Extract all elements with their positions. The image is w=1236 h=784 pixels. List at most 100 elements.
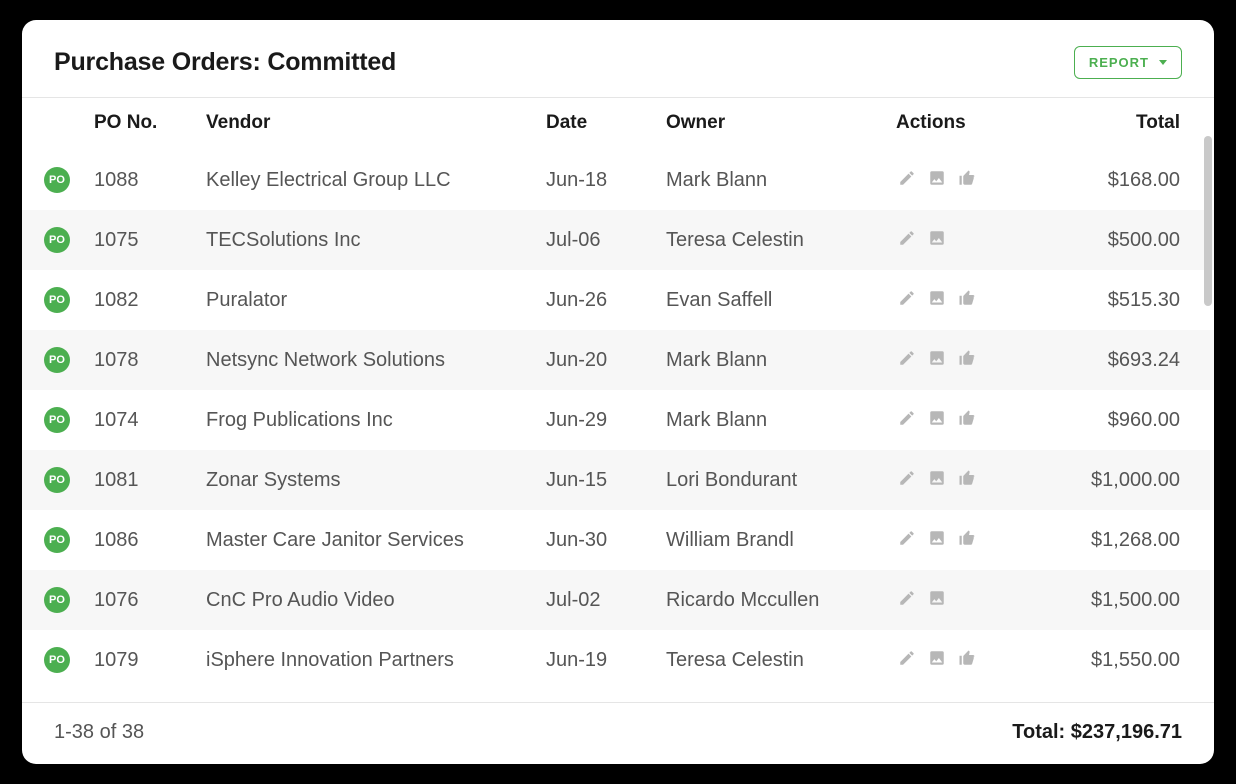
pencil-icon[interactable] — [896, 407, 918, 429]
actions-cell — [886, 570, 1036, 630]
total-cell: $1,500.00 — [1036, 570, 1214, 630]
owner-cell: Ricardo Mccullen — [656, 570, 886, 630]
vendor-cell: Frog Publications Inc — [196, 390, 536, 450]
purchase-orders-card: Purchase Orders: Committed REPORT PO No.… — [22, 20, 1214, 764]
vendor-cell: Zonar Systems — [196, 450, 536, 510]
image-icon[interactable] — [926, 527, 948, 549]
vendor-cell: iSphere Innovation Partners — [196, 630, 536, 690]
table-row[interactable]: PO1086Master Care Janitor ServicesJun-30… — [22, 510, 1214, 570]
thumbs-up-icon[interactable] — [956, 347, 978, 369]
pencil-icon[interactable] — [896, 227, 918, 249]
po-badge: PO — [44, 407, 70, 433]
table-row[interactable]: PO1079iSphere Innovation PartnersJun-19T… — [22, 630, 1214, 690]
purchase-orders-table: PO No. Vendor Date Owner Actions Total P… — [22, 98, 1214, 690]
po-badge-cell: PO — [22, 630, 84, 690]
card-footer: 1-38 of 38 Total: $237,196.71 — [22, 702, 1214, 764]
actions-cell — [886, 210, 1036, 270]
image-icon[interactable] — [926, 467, 948, 489]
table-row[interactable]: PO1088Kelley Electrical Group LLCJun-18M… — [22, 150, 1214, 210]
po-badge-cell: PO — [22, 150, 84, 210]
report-button[interactable]: REPORT — [1074, 46, 1182, 79]
pencil-icon[interactable] — [896, 527, 918, 549]
col-header-badge — [22, 98, 84, 150]
image-icon[interactable] — [926, 167, 948, 189]
pagination-text: 1-38 of 38 — [54, 721, 144, 744]
date-cell: Jun-26 — [536, 270, 656, 330]
image-icon[interactable] — [926, 227, 948, 249]
table-row[interactable]: PO1074Frog Publications IncJun-29Mark Bl… — [22, 390, 1214, 450]
po-number-cell: 1081 — [84, 450, 196, 510]
date-cell: Jun-30 — [536, 510, 656, 570]
total-cell: $515.30 — [1036, 270, 1214, 330]
actions-cell — [886, 150, 1036, 210]
owner-cell: Lori Bondurant — [656, 450, 886, 510]
col-header-owner[interactable]: Owner — [656, 98, 886, 150]
col-header-po[interactable]: PO No. — [84, 98, 196, 150]
po-badge-cell: PO — [22, 210, 84, 270]
owner-cell: Mark Blann — [656, 390, 886, 450]
po-number-cell: 1075 — [84, 210, 196, 270]
image-icon[interactable] — [926, 407, 948, 429]
thumbs-up-icon[interactable] — [956, 167, 978, 189]
card-header: Purchase Orders: Committed REPORT — [22, 20, 1214, 98]
table-row[interactable]: PO1075TECSolutions IncJul-06Teresa Celes… — [22, 210, 1214, 270]
po-badge: PO — [44, 527, 70, 553]
po-badge: PO — [44, 347, 70, 373]
footer-total: Total: $237,196.71 — [1012, 721, 1182, 744]
col-header-date[interactable]: Date — [536, 98, 656, 150]
total-cell: $168.00 — [1036, 150, 1214, 210]
col-header-vendor[interactable]: Vendor — [196, 98, 536, 150]
image-icon[interactable] — [926, 647, 948, 669]
owner-cell: Mark Blann — [656, 150, 886, 210]
total-cell: $500.00 — [1036, 210, 1214, 270]
table-row[interactable]: PO1078Netsync Network SolutionsJun-20Mar… — [22, 330, 1214, 390]
po-badge: PO — [44, 227, 70, 253]
thumbs-up-icon[interactable] — [956, 287, 978, 309]
pencil-icon[interactable] — [896, 167, 918, 189]
table-scroll-area: PO No. Vendor Date Owner Actions Total P… — [22, 98, 1214, 702]
table-row[interactable]: PO1082PuralatorJun-26Evan Saffell$515.30 — [22, 270, 1214, 330]
po-number-cell: 1079 — [84, 630, 196, 690]
thumbs-up-icon[interactable] — [956, 407, 978, 429]
po-badge-cell: PO — [22, 390, 84, 450]
po-badge: PO — [44, 167, 70, 193]
po-badge-cell: PO — [22, 330, 84, 390]
col-header-actions: Actions — [886, 98, 1036, 150]
pencil-icon[interactable] — [896, 287, 918, 309]
pencil-icon[interactable] — [896, 587, 918, 609]
date-cell: Jun-15 — [536, 450, 656, 510]
col-header-total[interactable]: Total — [1036, 98, 1214, 150]
scrollbar-thumb[interactable] — [1204, 136, 1212, 306]
thumbs-up-icon[interactable] — [956, 647, 978, 669]
total-cell: $693.24 — [1036, 330, 1214, 390]
po-badge: PO — [44, 467, 70, 493]
po-number-cell: 1076 — [84, 570, 196, 630]
vendor-cell: Master Care Janitor Services — [196, 510, 536, 570]
owner-cell: Teresa Celestin — [656, 630, 886, 690]
image-icon[interactable] — [926, 347, 948, 369]
vendor-cell: CnC Pro Audio Video — [196, 570, 536, 630]
pencil-icon[interactable] — [896, 347, 918, 369]
pencil-icon[interactable] — [896, 467, 918, 489]
image-icon[interactable] — [926, 287, 948, 309]
table-header-row: PO No. Vendor Date Owner Actions Total — [22, 98, 1214, 150]
vendor-cell: TECSolutions Inc — [196, 210, 536, 270]
thumbs-up-icon[interactable] — [956, 467, 978, 489]
vendor-cell: Netsync Network Solutions — [196, 330, 536, 390]
date-cell: Jul-06 — [536, 210, 656, 270]
table-row[interactable]: PO 1081Zonar SystemsJun-15Lori Bondurant $… — [22, 450, 1214, 510]
po-badge: PO — [44, 647, 70, 673]
date-cell: Jul-02 — [536, 570, 656, 630]
po-badge: PO — [44, 587, 70, 613]
vendor-cell: Kelley Electrical Group LLC — [196, 150, 536, 210]
image-icon[interactable] — [926, 587, 948, 609]
total-cell: $1,000.00 — [1036, 450, 1214, 510]
table-row[interactable]: PO 1076CnC Pro Audio VideoJul-02Ricardo M… — [22, 570, 1214, 630]
po-badge-cell: PO — [22, 510, 84, 570]
pencil-icon[interactable] — [896, 647, 918, 669]
total-cell: $960.00 — [1036, 390, 1214, 450]
thumbs-up-icon[interactable] — [956, 527, 978, 549]
po-badge-cell: PO — [22, 450, 84, 510]
actions-cell — [886, 630, 1036, 690]
owner-cell: William Brandl — [656, 510, 886, 570]
